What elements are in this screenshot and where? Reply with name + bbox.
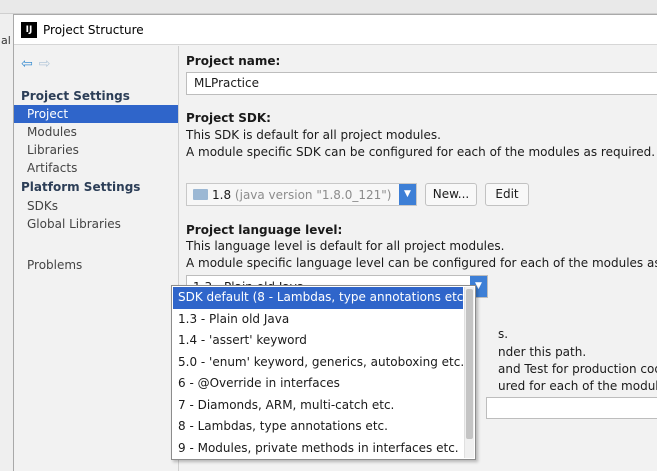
background-window-edge: al — [0, 14, 13, 471]
dropdown-option-1-4[interactable]: 1.4 - 'assert' keyword — [173, 330, 463, 352]
dropdown-option-1-3[interactable]: 1.3 - Plain old Java — [173, 309, 463, 331]
dropdown-scrollbar[interactable] — [464, 287, 474, 458]
obscured-text-2: nder this path. — [498, 345, 587, 359]
language-level-description-2: A module specific language level can be … — [186, 256, 657, 270]
sidebar-item-artifacts[interactable]: Artifacts — [14, 159, 178, 177]
sdk-description-1: This SDK is default for all project modu… — [186, 128, 441, 142]
background-text-fragment: al — [1, 34, 11, 47]
dropdown-list: SDK default (8 - Lambdas, type annotatio… — [173, 287, 472, 460]
dropdown-option-sdk-default[interactable]: SDK default (8 - Lambdas, type annotatio… — [173, 287, 472, 309]
sdk-description-2: A module specific SDK can be configured … — [186, 145, 656, 159]
dropdown-option-6[interactable]: 6 - @Override in interfaces — [173, 373, 463, 395]
sdk-select[interactable]: 1.8 (java version "1.8.0_121") ▼ — [186, 183, 417, 206]
navigation-arrows: ⇦ ⇨ — [21, 56, 56, 72]
forward-arrow-icon[interactable]: ⇨ — [39, 56, 51, 72]
language-level-description-1: This language level is default for all p… — [186, 239, 505, 253]
edit-sdk-button[interactable]: Edit — [485, 183, 529, 206]
background-window-strip — [0, 0, 657, 14]
back-arrow-icon[interactable]: ⇦ — [21, 56, 33, 72]
intellij-logo-icon: IJ — [21, 22, 37, 38]
title-bar[interactable]: IJ Project Structure — [14, 15, 657, 45]
project-name-label: Project name: — [186, 54, 281, 68]
project-sdk-label: Project SDK: — [186, 111, 271, 125]
sidebar-item-problems[interactable]: Problems — [14, 256, 178, 274]
platform-settings-header: Platform Settings — [21, 180, 141, 194]
screen: al IJ Project Structure ⇦ ⇨ Project Setti… — [0, 0, 657, 471]
sidebar: ⇦ ⇨ Project Settings Project Modules Libr… — [14, 46, 179, 471]
sidebar-item-global-libraries[interactable]: Global Libraries — [14, 215, 178, 233]
obscured-input-field[interactable] — [486, 397, 657, 419]
obscured-text-3: and Test for production code — [498, 362, 657, 376]
sdk-version-detail: (java version "1.8.0_121") — [234, 188, 392, 202]
dropdown-scrollbar-thumb[interactable] — [466, 289, 473, 439]
project-settings-header: Project Settings — [21, 89, 130, 103]
sdk-folder-icon — [193, 189, 208, 200]
dropdown-option-5-0[interactable]: 5.0 - 'enum' keyword, generics, autoboxi… — [173, 352, 464, 374]
language-level-dropdown: SDK default (8 - Lambdas, type annotatio… — [171, 285, 476, 460]
project-name-input[interactable]: MLPractice — [186, 72, 657, 95]
obscured-text-1: s. — [498, 327, 509, 341]
dropdown-option-8[interactable]: 8 - Lambdas, type annotations etc. — [173, 416, 463, 438]
chevron-down-icon[interactable]: ▼ — [399, 184, 416, 205]
sidebar-item-project[interactable]: Project — [14, 105, 178, 123]
window-title: Project Structure — [43, 23, 144, 37]
sidebar-item-libraries[interactable]: Libraries — [14, 141, 178, 159]
sidebar-item-modules[interactable]: Modules — [14, 123, 178, 141]
sdk-version: 1.8 — [212, 188, 232, 202]
language-level-label: Project language level: — [186, 223, 343, 237]
dropdown-option-7[interactable]: 7 - Diamonds, ARM, multi-catch etc. — [173, 395, 463, 417]
obscured-text-4: ured for each of the modules — [498, 379, 657, 393]
sidebar-item-sdks[interactable]: SDKs — [14, 197, 178, 215]
dropdown-option-9[interactable]: 9 - Modules, private methods in interfac… — [173, 438, 463, 460]
sdk-select-value: 1.8 (java version "1.8.0_121") — [212, 188, 391, 202]
new-sdk-button[interactable]: New... — [425, 183, 477, 206]
